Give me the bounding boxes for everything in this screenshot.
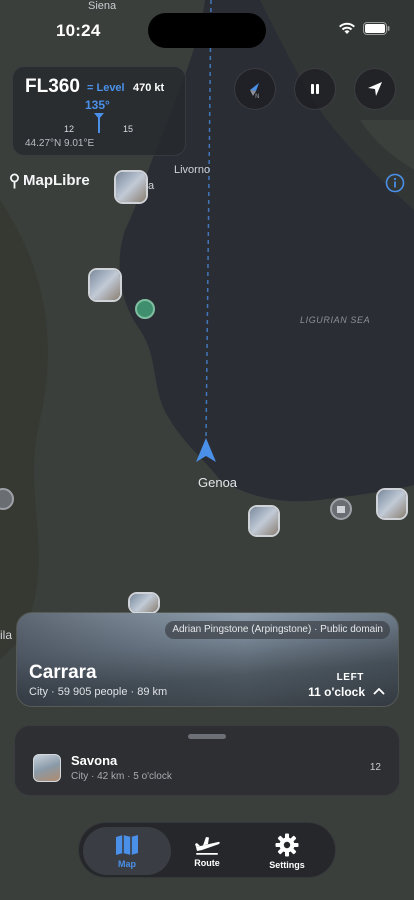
photo-credit[interactable]: Adrian Pingstone (Arpingstone) · Public … xyxy=(165,621,390,639)
photo-pin[interactable] xyxy=(88,268,122,302)
photo-pin[interactable] xyxy=(376,488,408,520)
location-arrow-icon xyxy=(368,82,382,96)
direction-label: LEFT xyxy=(336,672,364,683)
info-icon[interactable] xyxy=(384,172,406,194)
status-time: 10:24 xyxy=(56,21,101,40)
svg-text:N: N xyxy=(255,93,260,100)
tab-map-label: Map xyxy=(118,858,136,869)
flight-info-panel[interactable]: FL360 = Level 470 kt 135° 12 15 44.27°N … xyxy=(12,66,186,156)
tab-settings[interactable]: Settings xyxy=(243,827,331,875)
locate-button[interactable] xyxy=(354,68,396,110)
direction-value: 11 o'clock xyxy=(308,685,365,699)
park-pin xyxy=(135,299,155,319)
list-item-count: 12 xyxy=(369,762,381,773)
photo-pin[interactable] xyxy=(128,592,160,614)
heading-marker-icon xyxy=(94,113,104,133)
chevron-up-icon[interactable] xyxy=(373,687,385,695)
map-label-genoa: Genoa xyxy=(198,475,238,490)
place-name: Carrara xyxy=(29,662,97,683)
ground-speed: 470 kt xyxy=(133,82,165,94)
compass-icon: N xyxy=(250,83,260,100)
map-icon xyxy=(116,834,138,855)
map-label-livorno: Livorno xyxy=(174,164,211,176)
maplibre-text: MapLibre xyxy=(23,172,90,189)
place-subtitle: City · 59 905 people · 89 km xyxy=(29,686,168,698)
heading-value: 135° xyxy=(85,98,110,112)
coordinates: 44.27°N 9.01°E xyxy=(25,138,95,149)
places-sheet[interactable]: Savona City · 42 km · 5 o'clock 12 xyxy=(14,725,400,796)
tab-map[interactable]: Map xyxy=(83,827,171,875)
altitude: FL360 xyxy=(25,76,80,97)
tab-route[interactable]: Route xyxy=(163,827,251,875)
sheet-grabber[interactable] xyxy=(188,734,226,739)
heading-tick-left: 12 xyxy=(64,124,75,134)
pause-button[interactable] xyxy=(294,68,336,110)
pause-icon xyxy=(311,84,319,94)
wifi-icon xyxy=(339,22,355,34)
status-bar: 10:24 xyxy=(0,0,414,54)
map-label-edge: ila xyxy=(0,628,13,642)
vertical-status: = Level xyxy=(87,82,125,94)
gear-icon xyxy=(275,833,299,856)
place-thumbnail xyxy=(33,754,61,782)
battery-icon xyxy=(363,22,390,35)
status-icons xyxy=(338,22,390,35)
map-label-ligurian-sea: LIGURIAN SEA xyxy=(300,315,371,325)
tab-settings-label: Settings xyxy=(269,859,305,870)
photo-pin[interactable] xyxy=(248,505,280,537)
list-item-subtitle: City · 42 km · 5 o'clock xyxy=(71,771,172,782)
plane-icon xyxy=(195,836,220,855)
tab-bar: Map Route Settings xyxy=(78,822,336,878)
compass-button[interactable]: N xyxy=(234,68,276,110)
tab-route-label: Route xyxy=(194,857,220,868)
building-icon xyxy=(337,506,345,513)
map-label-fragment: a xyxy=(148,180,155,192)
list-item-name: Savona xyxy=(71,753,118,768)
heading-tick-right: 15 xyxy=(123,124,134,134)
map-pin-icon xyxy=(10,173,19,188)
place-card-carrara[interactable]: Adrian Pingstone (Arpingstone) · Public … xyxy=(16,612,399,707)
poi-pin[interactable] xyxy=(330,498,352,520)
dynamic-island xyxy=(148,13,266,48)
photo-pin[interactable] xyxy=(114,170,148,204)
maplibre-logo: MapLibre xyxy=(9,172,90,189)
